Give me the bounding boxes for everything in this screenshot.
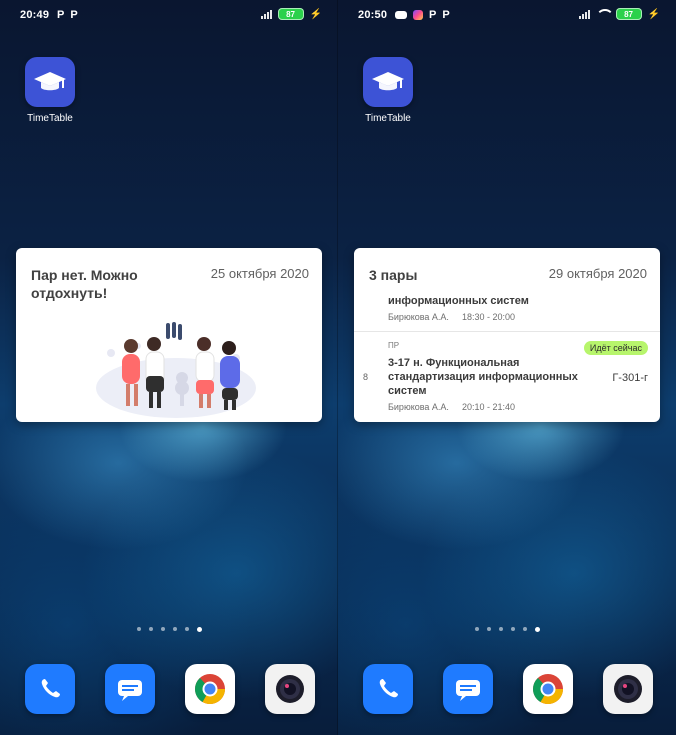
app-label: TimeTable [27, 113, 73, 124]
widget-date: 25 октября 2020 [210, 266, 309, 281]
camera-app-icon[interactable] [265, 664, 315, 714]
dock [338, 664, 676, 718]
widget-title: Пар нет. Можно отдохнуть! [31, 267, 138, 301]
status-bar: 20:50 P P 87 ⚡ [338, 0, 676, 30]
page-dot [522, 627, 527, 631]
celebrating-people-illustration [96, 322, 256, 418]
lesson-subject: информационных систем [388, 295, 529, 307]
page-dot [172, 627, 177, 631]
messages-icon [456, 680, 480, 701]
notification-p-icon: P [70, 9, 78, 21]
timetable-app-icon[interactable] [25, 57, 75, 107]
instagram-icon [413, 10, 423, 20]
widget-date: 29 октября 2020 [548, 266, 647, 281]
notification-p-icon: P [429, 9, 437, 21]
status-bar: 20:49 P P 87 ⚡ [0, 0, 338, 30]
home-screen-left: 20:49 P P 87 ⚡ TimeTable Пар нет. Можно … [0, 0, 338, 735]
charging-bolt-icon: ⚡ [647, 8, 660, 20]
page-dot [510, 627, 515, 631]
page-dot-active [196, 626, 202, 632]
widget-title: 3 пары [369, 267, 418, 283]
page-dot [498, 627, 503, 631]
messages-app-icon[interactable] [443, 664, 493, 714]
page-dot [160, 627, 165, 631]
timetable-app-icon[interactable] [363, 57, 413, 107]
timetable-widget[interactable]: Пар нет. Можно отдохнуть! 25 октября 202… [16, 248, 322, 422]
wifi-icon [596, 9, 610, 19]
phone-icon [379, 679, 398, 698]
camera-icon [614, 675, 642, 703]
page-dot [136, 627, 141, 631]
phone-icon [41, 679, 60, 698]
lesson-subject: 3-17 н. Функциональная стандартизация ин… [388, 357, 578, 397]
lesson-meta: Бирюкова А.А. 18:30 - 20:00 [388, 312, 515, 322]
page-dot [486, 627, 491, 631]
now-badge: Идёт сейчас [583, 341, 648, 355]
camera-icon [276, 675, 304, 703]
gamepad-icon [395, 11, 407, 19]
home-screen-right: 20:50 P P 87 ⚡ TimeTable 3 пары 29 октяб… [338, 0, 676, 735]
status-time: 20:49 [20, 9, 50, 21]
chrome-app-icon[interactable] [185, 664, 235, 714]
notification-p-icon: P [57, 9, 65, 21]
lesson-teacher: Бирюкова А.А. [388, 402, 449, 412]
widget-header: Пар нет. Можно отдохнуть! 25 октября 202… [31, 266, 309, 306]
messages-app-icon[interactable] [105, 664, 155, 714]
graduation-cap-icon [34, 72, 66, 91]
phone-app-icon[interactable] [25, 664, 75, 714]
messages-icon [118, 680, 142, 701]
lesson-number: 8 [363, 372, 369, 382]
page-indicator [0, 626, 338, 632]
chrome-icon [195, 674, 225, 705]
lesson-time: 20:10 - 21:40 [461, 402, 516, 412]
page-dot [184, 627, 189, 631]
lesson-meta: Бирюкова А.А. 20:10 - 21:40 [388, 402, 515, 412]
signal-icon [260, 9, 272, 19]
two-phone-screenshots: 20:49 P P 87 ⚡ TimeTable Пар нет. Можно … [0, 0, 676, 735]
status-time: 20:50 [358, 9, 388, 21]
page-dot [148, 627, 153, 631]
page-indicator [338, 626, 676, 632]
notification-icons: P P [57, 9, 78, 21]
lesson-room: Г-301-г [612, 372, 648, 384]
chrome-icon [533, 674, 563, 705]
camera-app-icon[interactable] [603, 664, 653, 714]
system-status-icons: 87 ⚡ [260, 8, 322, 20]
app-label: TimeTable [365, 113, 411, 124]
lesson-type: ПР [388, 341, 400, 350]
graduation-cap-icon [372, 72, 404, 91]
chrome-app-icon[interactable] [523, 664, 573, 714]
timetable-widget[interactable]: 3 пары 29 октября 2020 информационных си… [354, 248, 660, 422]
notification-p-icon: P [442, 9, 450, 21]
system-status-icons: 87 ⚡ [578, 8, 660, 20]
signal-icon [578, 9, 590, 19]
page-dot-active [534, 626, 540, 632]
charging-bolt-icon: ⚡ [309, 8, 322, 20]
battery-indicator: 87 [615, 8, 642, 20]
lesson-time: 18:30 - 20:00 [461, 312, 516, 322]
battery-indicator: 87 [277, 8, 304, 20]
notification-icons: P P [395, 9, 450, 21]
page-dot [474, 627, 479, 631]
lesson-teacher: Бирюкова А.А. [388, 312, 449, 322]
lesson-separator [354, 331, 660, 332]
phone-app-icon[interactable] [363, 664, 413, 714]
dock [0, 664, 338, 718]
